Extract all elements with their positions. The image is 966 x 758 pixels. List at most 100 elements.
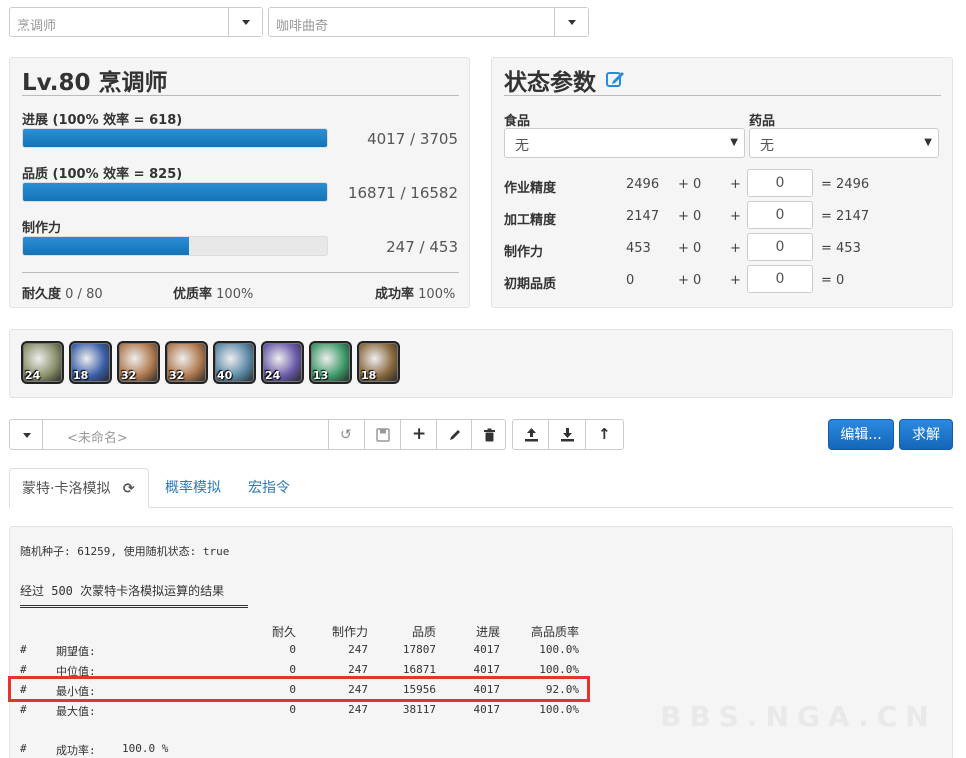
table-cell: 17807 xyxy=(402,643,436,656)
sequence-name-placeholder: <未命名> xyxy=(67,431,128,446)
pencil-icon xyxy=(448,428,462,446)
progress-value: 4017 / 3705 xyxy=(367,130,458,148)
add-button[interactable]: + xyxy=(400,419,437,450)
sequence-name-input[interactable]: <未命名> xyxy=(42,419,329,450)
sequence-dropdown-button[interactable] xyxy=(9,419,43,450)
skill-count: 18 xyxy=(361,369,377,382)
table-cell: 0 xyxy=(289,643,296,656)
status-row-input[interactable]: 0 xyxy=(747,265,813,293)
skill-count: 40 xyxy=(217,369,233,382)
skill-icon[interactable]: 24 xyxy=(261,341,304,384)
status-row-bonus: + 0 xyxy=(678,177,702,192)
delete-button[interactable] xyxy=(471,419,506,450)
status-row-base: 2147 xyxy=(626,209,660,224)
table-header: 制作力 xyxy=(331,625,368,639)
quality-bar xyxy=(22,182,328,202)
status-row-label: 初期品质 xyxy=(504,277,557,292)
upload-icon xyxy=(524,427,539,446)
quality-bar-fill xyxy=(23,183,327,201)
tab-monte-carlo[interactable]: 蒙特·卡洛模拟 ⟳ xyxy=(9,468,149,508)
edit-icon[interactable] xyxy=(606,70,625,92)
table-cell: 0 xyxy=(289,703,296,716)
table-cell: 4017 xyxy=(473,643,501,656)
recipe-select-toggle[interactable] xyxy=(554,8,588,36)
tab-probability[interactable]: 概率模拟 xyxy=(165,468,221,508)
tab-macro[interactable]: 宏指令 xyxy=(248,468,290,508)
status-row-base: 0 xyxy=(626,273,635,288)
quality-value: 16871 / 16582 xyxy=(347,184,458,202)
refresh-icon[interactable]: ⟳ xyxy=(123,481,135,497)
chevron-down-icon: ▼ xyxy=(730,137,738,148)
job-select-toggle[interactable] xyxy=(228,8,262,36)
status-row-input[interactable]: 0 xyxy=(747,201,813,229)
cp-bar xyxy=(22,236,328,256)
table-row-mark: # xyxy=(20,703,27,716)
progress-label: 进展 (100% 效率 = 618) xyxy=(22,113,183,128)
progress-bar xyxy=(22,128,328,148)
chevron-down-icon xyxy=(23,433,31,438)
sim-tabs: 蒙特·卡洛模拟 ⟳ 概率模拟 宏指令 xyxy=(9,468,953,508)
skill-icon[interactable]: 32 xyxy=(165,341,208,384)
skill-icon[interactable]: 18 xyxy=(357,341,400,384)
hq-label: 优质率 xyxy=(173,287,213,302)
table-cell: 100.0% xyxy=(539,643,579,656)
table-cell: 247 xyxy=(348,643,368,656)
export-button[interactable] xyxy=(512,419,549,450)
status-row-bonus: + 0 xyxy=(678,273,702,288)
recipe-select[interactable]: 咖啡曲奇 xyxy=(268,7,589,37)
plus-icon: + xyxy=(412,424,427,444)
status-row-total: = 2496 xyxy=(821,177,870,192)
table-row-mark: # xyxy=(20,643,27,656)
move-up-button[interactable]: ↑ xyxy=(585,419,624,450)
table-cell: 247 xyxy=(348,663,368,676)
summary-line: 经过 500 次蒙特卡洛模拟运算的结果 xyxy=(20,584,225,598)
table-row-mark: # xyxy=(20,663,27,676)
medicine-select-value: 无 xyxy=(760,138,774,154)
table-cell: 4017 xyxy=(473,703,501,716)
progress-bar-fill xyxy=(23,129,327,147)
food-select-value: 无 xyxy=(515,138,529,154)
edit-sequence-button[interactable] xyxy=(436,419,472,450)
status-row-label: 作业精度 xyxy=(504,181,557,196)
status-row-input[interactable]: 0 xyxy=(747,233,813,261)
success-row-label: 成功率: xyxy=(56,744,96,757)
download-icon xyxy=(560,427,575,446)
skill-count: 13 xyxy=(313,369,329,382)
table-row-label: 最大值: xyxy=(56,705,96,718)
status-row-total: = 453 xyxy=(821,241,861,256)
status-row-plus: + xyxy=(730,177,741,192)
job-select-value: 烹调师 xyxy=(17,19,57,34)
status-row-plus: + xyxy=(730,241,741,256)
solve-button[interactable]: 求解 xyxy=(899,419,953,450)
skill-icon[interactable]: 13 xyxy=(309,341,352,384)
skill-icon[interactable]: 18 xyxy=(69,341,112,384)
job-select[interactable]: 烹调师 xyxy=(9,7,263,37)
skill-count: 24 xyxy=(25,369,41,382)
save-icon xyxy=(376,428,390,446)
medicine-label: 药品 xyxy=(749,114,776,129)
food-select[interactable]: 无 ▼ xyxy=(504,128,745,158)
status-row-total: = 0 xyxy=(821,273,845,288)
skill-icon[interactable]: 40 xyxy=(213,341,256,384)
chevron-down-icon xyxy=(568,20,576,25)
skill-count: 18 xyxy=(73,369,89,382)
chevron-down-icon xyxy=(242,20,250,25)
medicine-select[interactable]: 无 ▼ xyxy=(749,128,939,158)
chevron-down-icon: ▼ xyxy=(924,137,932,148)
arrow-up-icon: ↑ xyxy=(598,425,611,443)
food-label: 食品 xyxy=(504,114,531,129)
status-row-total: = 2147 xyxy=(821,209,870,224)
table-cell: 247 xyxy=(348,703,368,716)
skill-icon[interactable]: 32 xyxy=(117,341,160,384)
edit-button[interactable]: 编辑... xyxy=(828,419,894,450)
save-button[interactable] xyxy=(364,419,401,450)
undo-button[interactable]: ↺ xyxy=(328,419,365,450)
status-row-input[interactable]: 0 xyxy=(747,169,813,197)
skill-count: 32 xyxy=(169,369,185,382)
tab-monte-carlo-label: 蒙特·卡洛模拟 xyxy=(22,481,111,497)
skill-count: 32 xyxy=(121,369,137,382)
import-button[interactable] xyxy=(548,419,586,450)
skill-icon[interactable]: 24 xyxy=(21,341,64,384)
status-row-base: 453 xyxy=(626,241,651,256)
quality-label: 品质 (100% 效率 = 825) xyxy=(22,167,183,182)
